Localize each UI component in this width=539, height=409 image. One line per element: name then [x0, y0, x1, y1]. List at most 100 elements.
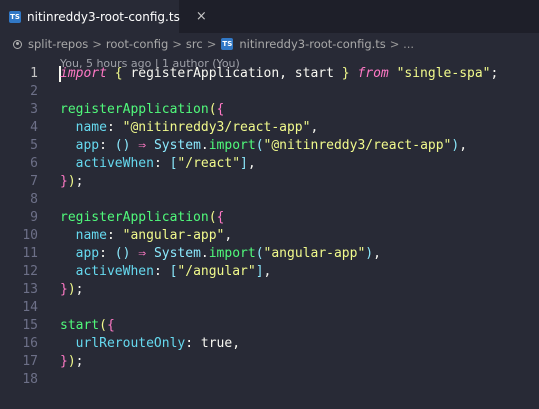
code-content: start({	[60, 317, 115, 335]
code-line[interactable]: 16 urlRerouteOnly: true,	[0, 335, 539, 353]
code-line[interactable]: 15 start({	[0, 317, 539, 335]
code-line[interactable]: 18	[0, 371, 539, 389]
line-number: 13	[22, 282, 38, 297]
line-number: 17	[22, 354, 38, 369]
breadcrumb: split-repos > root-config > src > TS nit…	[0, 33, 539, 55]
line-number: 3	[30, 102, 38, 117]
typescript-file-icon: TS	[9, 10, 21, 23]
code-token: registerApplication	[60, 102, 209, 117]
code-token: from	[357, 66, 389, 81]
code-token: app	[75, 138, 100, 153]
line-number: 12	[22, 264, 38, 279]
code-token: ;	[75, 354, 84, 369]
line-number: 16	[22, 336, 38, 351]
breadcrumb-ellipsis[interactable]: > ...	[390, 37, 414, 51]
code-line[interactable]: 12 activeWhen: ["/angular"],	[0, 263, 539, 281]
code-content: registerApplication({	[60, 209, 224, 227]
code-token: :	[153, 264, 170, 279]
code-token: ]	[240, 156, 248, 171]
code-token: "single-spa"	[396, 66, 491, 81]
close-icon[interactable]: ×	[196, 10, 207, 23]
code-token: (	[255, 246, 264, 261]
line-number: 14	[22, 300, 38, 315]
tab-root-config[interactable]: TS nitinreddy3-root-config.ts ×	[0, 0, 207, 33]
code-line[interactable]: 9 registerApplication({	[0, 209, 539, 227]
code-editor[interactable]: You, 5 hours ago | 1 author (You) 1 impor…	[0, 55, 539, 409]
code-line[interactable]: 11 app: () ⇒ System.import("angular-app"…	[0, 245, 539, 263]
code-token: ;	[75, 174, 84, 189]
line-number: 5	[30, 138, 38, 153]
code-token: ,	[263, 264, 272, 279]
code-token: name	[75, 120, 107, 135]
code-token: :	[106, 228, 123, 243]
code-line[interactable]: 6 activeWhen: ["/react"],	[0, 155, 539, 173]
code-token: "/angular"	[177, 264, 256, 279]
code-content: activeWhen: ["/react"],	[60, 155, 256, 173]
code-line[interactable]: 1 import { registerApplication, start } f…	[0, 65, 539, 83]
code-content: name: "angular-app",	[60, 227, 233, 245]
code-token: ;	[75, 282, 84, 297]
code-line[interactable]: 5 app: () ⇒ System.import("@nitinreddy3/…	[0, 137, 539, 155]
line-number: 10	[22, 228, 38, 243]
code-token: (	[99, 318, 107, 333]
code-line[interactable]: 3 registerApplication({	[0, 101, 539, 119]
code-line[interactable]: 7});	[0, 173, 539, 191]
code-token: ;	[490, 66, 499, 81]
code-token: :	[99, 138, 115, 153]
breadcrumb-item-split-repos[interactable]: split-repos	[28, 37, 88, 51]
code-line[interactable]: 10 name: "angular-app",	[0, 227, 539, 245]
code-token: )	[67, 354, 76, 369]
code-token: "@nitinreddy3/react-app"	[122, 120, 311, 135]
code-line[interactable]: 13});	[0, 281, 539, 299]
code-line[interactable]: 14	[0, 299, 539, 317]
code-content: name: "@nitinreddy3/react-app",	[60, 119, 319, 137]
code-token: )	[67, 174, 76, 189]
code-token: (	[208, 210, 217, 225]
code-token: ,	[373, 246, 381, 261]
code-content: import { registerApplication, start } fr…	[60, 65, 498, 83]
code-token: }	[60, 174, 68, 189]
code-token: {	[216, 210, 225, 225]
code-line[interactable]: 17});	[0, 353, 539, 371]
code-token: import	[208, 246, 256, 261]
code-token: ⇒	[138, 138, 147, 153]
code-token: :	[106, 120, 123, 135]
code-token: import	[208, 138, 256, 153]
code-token: {	[216, 102, 225, 117]
breadcrumb-separator: >	[206, 37, 217, 51]
line-number: 9	[30, 210, 38, 225]
line-number: 6	[30, 156, 38, 171]
code-content: activeWhen: ["/angular"],	[60, 263, 272, 281]
code-token: ]	[255, 264, 264, 279]
code-token: registerApplication, start	[122, 66, 342, 81]
code-token: System	[153, 246, 201, 261]
breadcrumb-item-src[interactable]: src	[186, 37, 203, 51]
breadcrumb-item-root-config[interactable]: root-config	[106, 37, 168, 51]
breadcrumb-separator: >	[92, 37, 102, 51]
code-token: )	[67, 282, 76, 297]
code-token: "angular-app"	[263, 246, 366, 261]
code-line[interactable]: 2	[0, 83, 539, 101]
code-token: {	[114, 66, 123, 81]
breadcrumb-separator: >	[172, 37, 182, 51]
code-token: System	[153, 138, 201, 153]
code-token: name	[75, 228, 107, 243]
code-line[interactable]: 4 name: "@nitinreddy3/react-app",	[0, 119, 539, 137]
code-token: ,	[459, 138, 468, 153]
code-token: ,	[232, 336, 241, 351]
line-number: 18	[22, 372, 38, 387]
code-token: (	[208, 102, 217, 117]
breadcrumb-item-file[interactable]: nitinreddy3-root-config.ts	[239, 37, 385, 51]
code-token: registerApplication	[60, 210, 209, 225]
tab-bar: TS nitinreddy3-root-config.ts ×	[0, 0, 539, 33]
code-token: .	[200, 138, 209, 153]
code-line[interactable]: 8	[0, 191, 539, 209]
